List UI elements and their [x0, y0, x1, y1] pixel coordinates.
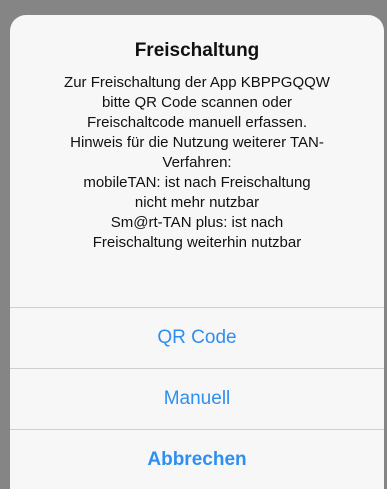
alert-message-line: Zur Freischaltung der App KBPPGQQW: [64, 74, 330, 91]
alert-body: Freischaltung Zur Freischaltung der App …: [10, 15, 384, 307]
alert-message-line: Sm@rt-TAN plus: ist nach: [110, 214, 284, 231]
alert-message-line: mobileTAN: ist nach Freischaltung: [83, 174, 311, 191]
alert-title: Freischaltung: [134, 40, 260, 61]
alert-message-line: Freischaltung weiterhin nutzbar: [92, 234, 302, 251]
alert-message-line: Hinweis für die Nutzung weiterer TAN-: [70, 134, 324, 151]
manual-entry-button[interactable]: Manuell: [10, 369, 384, 430]
alert-message-line: Verfahren:: [162, 154, 232, 171]
alert-dialog: Freischaltung Zur Freischaltung der App …: [10, 15, 384, 489]
alert-actions: QR Code Manuell Abbrechen: [10, 307, 384, 489]
qr-code-button[interactable]: QR Code: [10, 308, 384, 369]
alert-message: Zur Freischaltung der App KBPPGQQW bitte…: [24, 73, 370, 253]
cancel-button[interactable]: Abbrechen: [10, 430, 384, 489]
alert-message-line: bitte QR Code scannen oder: [101, 94, 293, 111]
alert-message-line: Freischaltcode manuell erfassen.: [86, 114, 308, 131]
alert-message-line: nicht mehr nutzbar: [134, 194, 260, 211]
